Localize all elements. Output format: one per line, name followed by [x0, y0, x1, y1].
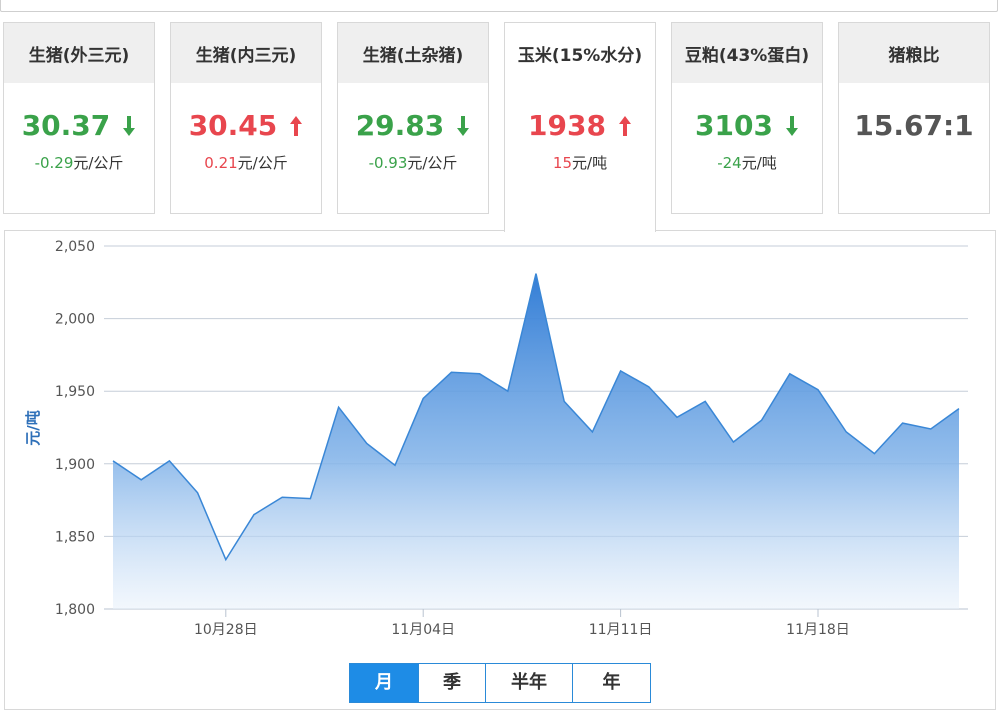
y-tick-label: 2,050: [55, 239, 95, 255]
price-card-soymeal[interactable]: 豆粕(43%蛋白) 3103 -24元/吨: [671, 22, 823, 214]
x-tick-label: 10月28日: [194, 622, 258, 638]
price-card-corn[interactable]: 玉米(15%水分) 1938 15元/吨: [504, 22, 656, 232]
arrow-down-icon: [785, 115, 798, 136]
card-change: 0.21元/公斤: [171, 152, 321, 173]
period-tabs: 月 季 半年 年: [349, 663, 651, 703]
y-tick-label: 1,850: [55, 529, 95, 545]
data-point[interactable]: [957, 406, 962, 411]
data-point[interactable]: [364, 441, 369, 446]
data-point[interactable]: [449, 370, 454, 375]
card-title: 生猪(内三元): [171, 23, 321, 83]
card-title: 玉米(15%水分): [505, 23, 655, 83]
card-change: -24元/吨: [672, 152, 822, 173]
y-tick-label: 1,950: [55, 384, 95, 400]
data-point[interactable]: [393, 463, 398, 468]
data-point[interactable]: [223, 557, 228, 562]
change-value: -0.93: [368, 154, 408, 172]
price-card-pig-inner[interactable]: 生猪(内三元) 30.45 0.21元/公斤: [170, 22, 322, 214]
change-value: 0.21: [204, 154, 238, 172]
change-unit: 元/吨: [741, 154, 777, 172]
price-card-pig-grain-ratio[interactable]: 猪粮比 15.67:1: [838, 22, 990, 214]
card-price: 1938: [505, 109, 655, 142]
card-title: 生猪(外三元): [4, 23, 154, 83]
arrow-down-icon: [123, 115, 136, 136]
data-point[interactable]: [280, 495, 285, 500]
change-unit: 元/公斤: [73, 154, 124, 172]
data-point[interactable]: [308, 496, 313, 501]
price-value: 15.67:1: [854, 109, 974, 142]
data-point[interactable]: [167, 458, 172, 463]
data-point[interactable]: [139, 477, 144, 482]
card-change: 15元/吨: [505, 152, 655, 173]
arrow-up-icon: [618, 115, 631, 136]
price-value: 29.83: [355, 109, 445, 142]
top-search-bar: [0, 0, 998, 12]
change-value: 15: [552, 154, 573, 172]
price-value: 3103: [695, 109, 773, 142]
data-point[interactable]: [900, 421, 905, 426]
price-value: 30.45: [188, 109, 278, 142]
data-point[interactable]: [562, 399, 567, 404]
card-price: 30.45: [171, 109, 321, 142]
change-unit: 元/公斤: [407, 154, 458, 172]
price-value: 30.37: [21, 109, 111, 142]
data-point[interactable]: [675, 415, 680, 420]
data-point[interactable]: [844, 429, 849, 434]
change-value: -24: [717, 154, 742, 172]
card-title: 豆粕(43%蛋白): [672, 23, 822, 83]
change-unit: 元/公斤: [237, 154, 288, 172]
y-tick-label: 1,800: [55, 602, 95, 618]
data-point[interactable]: [872, 451, 877, 456]
arrow-down-icon: [457, 115, 470, 136]
card-price: 15.67:1: [839, 109, 989, 142]
change-unit: 元/吨: [572, 154, 608, 172]
y-axis-label: 元/吨: [24, 410, 42, 445]
data-point[interactable]: [336, 405, 341, 410]
data-point[interactable]: [703, 399, 708, 404]
y-tick-label: 1,900: [55, 457, 95, 473]
data-point[interactable]: [534, 271, 539, 276]
data-point[interactable]: [618, 368, 623, 373]
change-value: -0.29: [34, 154, 74, 172]
card-title: 生猪(土杂猪): [338, 23, 488, 83]
price-card-pig-outer[interactable]: 生猪(外三元) 30.37 -0.29元/公斤: [3, 22, 155, 214]
series-area: [113, 273, 959, 609]
corn-price-chart: 1,800 1,850 1,900 1,950 2,000 2,050 10月28日 11月0…: [24, 239, 968, 638]
data-point[interactable]: [477, 371, 482, 376]
card-change: -0.29元/公斤: [4, 152, 154, 173]
data-point[interactable]: [759, 418, 764, 423]
card-title: 猪粮比: [839, 23, 989, 83]
tab-month[interactable]: 月: [350, 664, 419, 702]
card-price: 3103: [672, 109, 822, 142]
x-tick-label: 11月11日: [589, 622, 653, 638]
data-point[interactable]: [590, 429, 595, 434]
data-point[interactable]: [646, 384, 651, 389]
tab-half-year[interactable]: 半年: [486, 664, 573, 702]
data-point[interactable]: [195, 490, 200, 495]
data-point[interactable]: [731, 440, 736, 445]
price-value: 1938: [528, 109, 606, 142]
data-point[interactable]: [252, 512, 257, 517]
card-change: -0.93元/公斤: [338, 152, 488, 173]
data-point[interactable]: [505, 389, 510, 394]
data-point[interactable]: [816, 387, 821, 392]
card-price: 30.37: [4, 109, 154, 142]
tab-year[interactable]: 年: [573, 664, 650, 702]
tab-quarter[interactable]: 季: [419, 664, 486, 702]
price-card-pig-local[interactable]: 生猪(土杂猪) 29.83 -0.93元/公斤: [337, 22, 489, 214]
data-point[interactable]: [111, 458, 116, 463]
x-tick-label: 11月18日: [786, 622, 850, 638]
data-point[interactable]: [787, 371, 792, 376]
y-tick-label: 2,000: [55, 312, 95, 328]
x-tick-label: 11月04日: [391, 622, 455, 638]
card-price: 29.83: [338, 109, 488, 142]
data-point[interactable]: [421, 396, 426, 401]
data-point[interactable]: [928, 426, 933, 431]
arrow-up-icon: [290, 115, 303, 136]
